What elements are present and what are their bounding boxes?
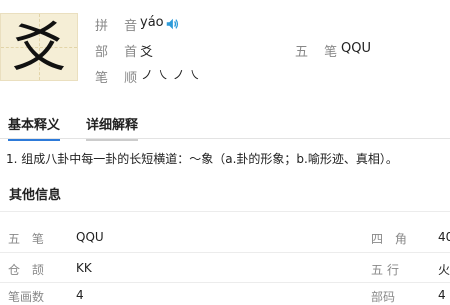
stroke-order-value: ノ ㇏ ノ ㇏ xyxy=(141,68,201,82)
definition-tabs: 基本释义 详细解释 xyxy=(0,108,450,141)
divider xyxy=(0,282,450,283)
info-label-cangjie: 仓 颉 xyxy=(8,263,48,277)
info-value-cangjie: KK xyxy=(76,261,92,275)
divider xyxy=(0,211,450,212)
other-info-title: 其他信息 xyxy=(9,188,62,203)
info-label-radical-code: 部码 xyxy=(371,290,396,304)
info-label-wubi: 五 笔 xyxy=(8,232,48,246)
main-character: 爻 xyxy=(12,16,66,79)
tab-basic-meaning[interactable]: 基本释义 xyxy=(8,114,61,141)
radical-value[interactable]: 爻 xyxy=(140,41,153,60)
wubi-label: 五 笔 xyxy=(295,45,344,60)
pinyin-value: yáo xyxy=(140,15,164,30)
character-box: 爻 xyxy=(0,13,78,81)
speaker-icon[interactable] xyxy=(165,16,179,35)
pinyin-label: 拼 音 xyxy=(95,19,144,34)
info-label-five-elements: 五行 xyxy=(371,263,404,277)
wubi-value: QQU xyxy=(341,41,371,56)
info-label-four-corner: 四 角 xyxy=(371,232,411,246)
info-value-four-corner: 40 xyxy=(438,230,450,244)
info-label-stroke-count: 笔画数 xyxy=(8,290,45,304)
radical-label: 部 首 xyxy=(95,45,144,60)
definition-item: 1. 组成八卦中每一卦的长短横道：～象（a.卦的形象；b.喻形迹、真相）。 xyxy=(6,152,398,166)
info-value-five-elements: 火 xyxy=(438,263,450,277)
divider xyxy=(0,252,450,253)
tab-detailed-explanation[interactable]: 详细解释 xyxy=(86,114,139,141)
stroke-order-label: 笔 顺 xyxy=(95,71,144,86)
info-value-wubi: QQU xyxy=(76,230,104,244)
